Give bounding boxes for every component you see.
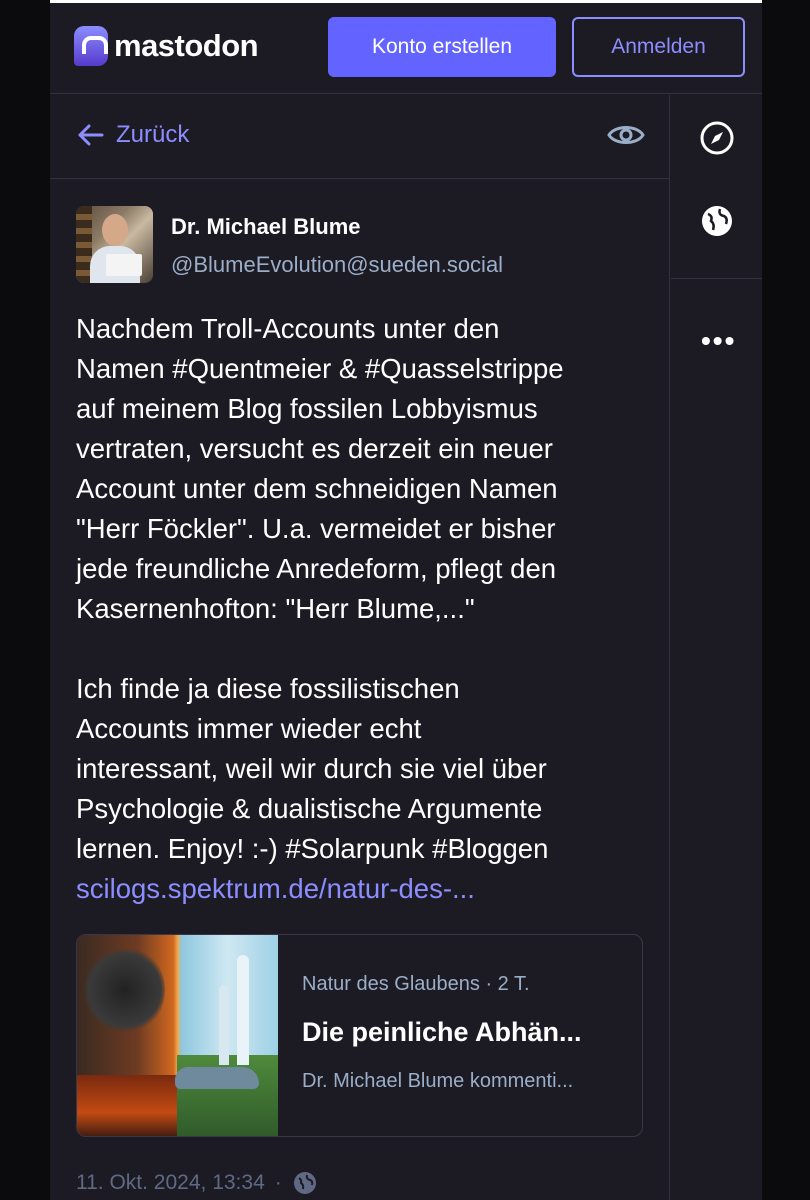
- create-account-button[interactable]: Konto erstellen: [328, 17, 556, 77]
- avatar[interactable]: [76, 206, 153, 283]
- ellipsis-icon[interactable]: •••: [701, 325, 736, 357]
- back-label: Zurück: [116, 121, 190, 148]
- login-button[interactable]: Anmelden: [572, 17, 745, 77]
- back-button[interactable]: Zurück: [76, 121, 189, 149]
- status-content: Nachdem Troll-Accounts unter den Namen #…: [76, 309, 656, 909]
- globe-icon: [293, 1172, 316, 1194]
- account-handle[interactable]: @BlumeEvolution@sueden.social: [171, 252, 503, 278]
- top-header: mastodon Konto erstellen Anmelden: [50, 3, 762, 94]
- column-header: Zurück: [50, 95, 670, 179]
- display-name[interactable]: Dr. Michael Blume: [171, 214, 361, 240]
- status-timestamp[interactable]: 11. Okt. 2024, 13:34: [76, 1171, 265, 1195]
- logo-text: mastodon: [114, 28, 259, 63]
- main-column: Zurück Dr. Michael Blume @BlumeEvolution…: [50, 95, 670, 1200]
- mastodon-logo[interactable]: mastodon: [74, 23, 259, 69]
- status-link[interactable]: scilogs.spektrum.de/natur-des-...: [76, 873, 475, 904]
- status-meta: 11. Okt. 2024, 13:34 ·: [76, 1170, 318, 1196]
- preview-title: Die peinliche Abhän...: [302, 1017, 582, 1047]
- status-paragraph-2: Ich finde ja diese fossilistischen Accou…: [76, 669, 656, 909]
- eye-icon[interactable]: [606, 117, 646, 153]
- preview-description: Dr. Michael Blume kommenti...: [302, 1070, 574, 1092]
- navigation-column: •••: [671, 95, 762, 1200]
- link-preview-card[interactable]: Natur des Glaubens · 2 T. Die peinliche …: [76, 934, 643, 1137]
- preview-source: Natur des Glaubens · 2 T.: [302, 973, 530, 995]
- globe-icon[interactable]: [699, 203, 735, 239]
- preview-info: Natur des Glaubens · 2 T. Die peinliche …: [302, 935, 632, 1136]
- compass-icon[interactable]: [699, 120, 735, 156]
- frame-left-edge: [0, 0, 50, 1200]
- status-paragraph-2-text: Ich finde ja diese fossilistischen Accou…: [76, 673, 549, 864]
- meta-separator: ·: [274, 1171, 282, 1194]
- nav-divider: [671, 278, 762, 279]
- mastodon-app: mastodon Konto erstellen Anmelden Zurück: [50, 3, 762, 1200]
- frame-right-edge: [762, 0, 810, 1200]
- status-paragraph-1: Nachdem Troll-Accounts unter den Namen #…: [76, 313, 564, 624]
- mastodon-logo-icon: [74, 26, 108, 66]
- preview-thumbnail: [77, 935, 278, 1136]
- arrow-left-icon: [78, 124, 104, 146]
